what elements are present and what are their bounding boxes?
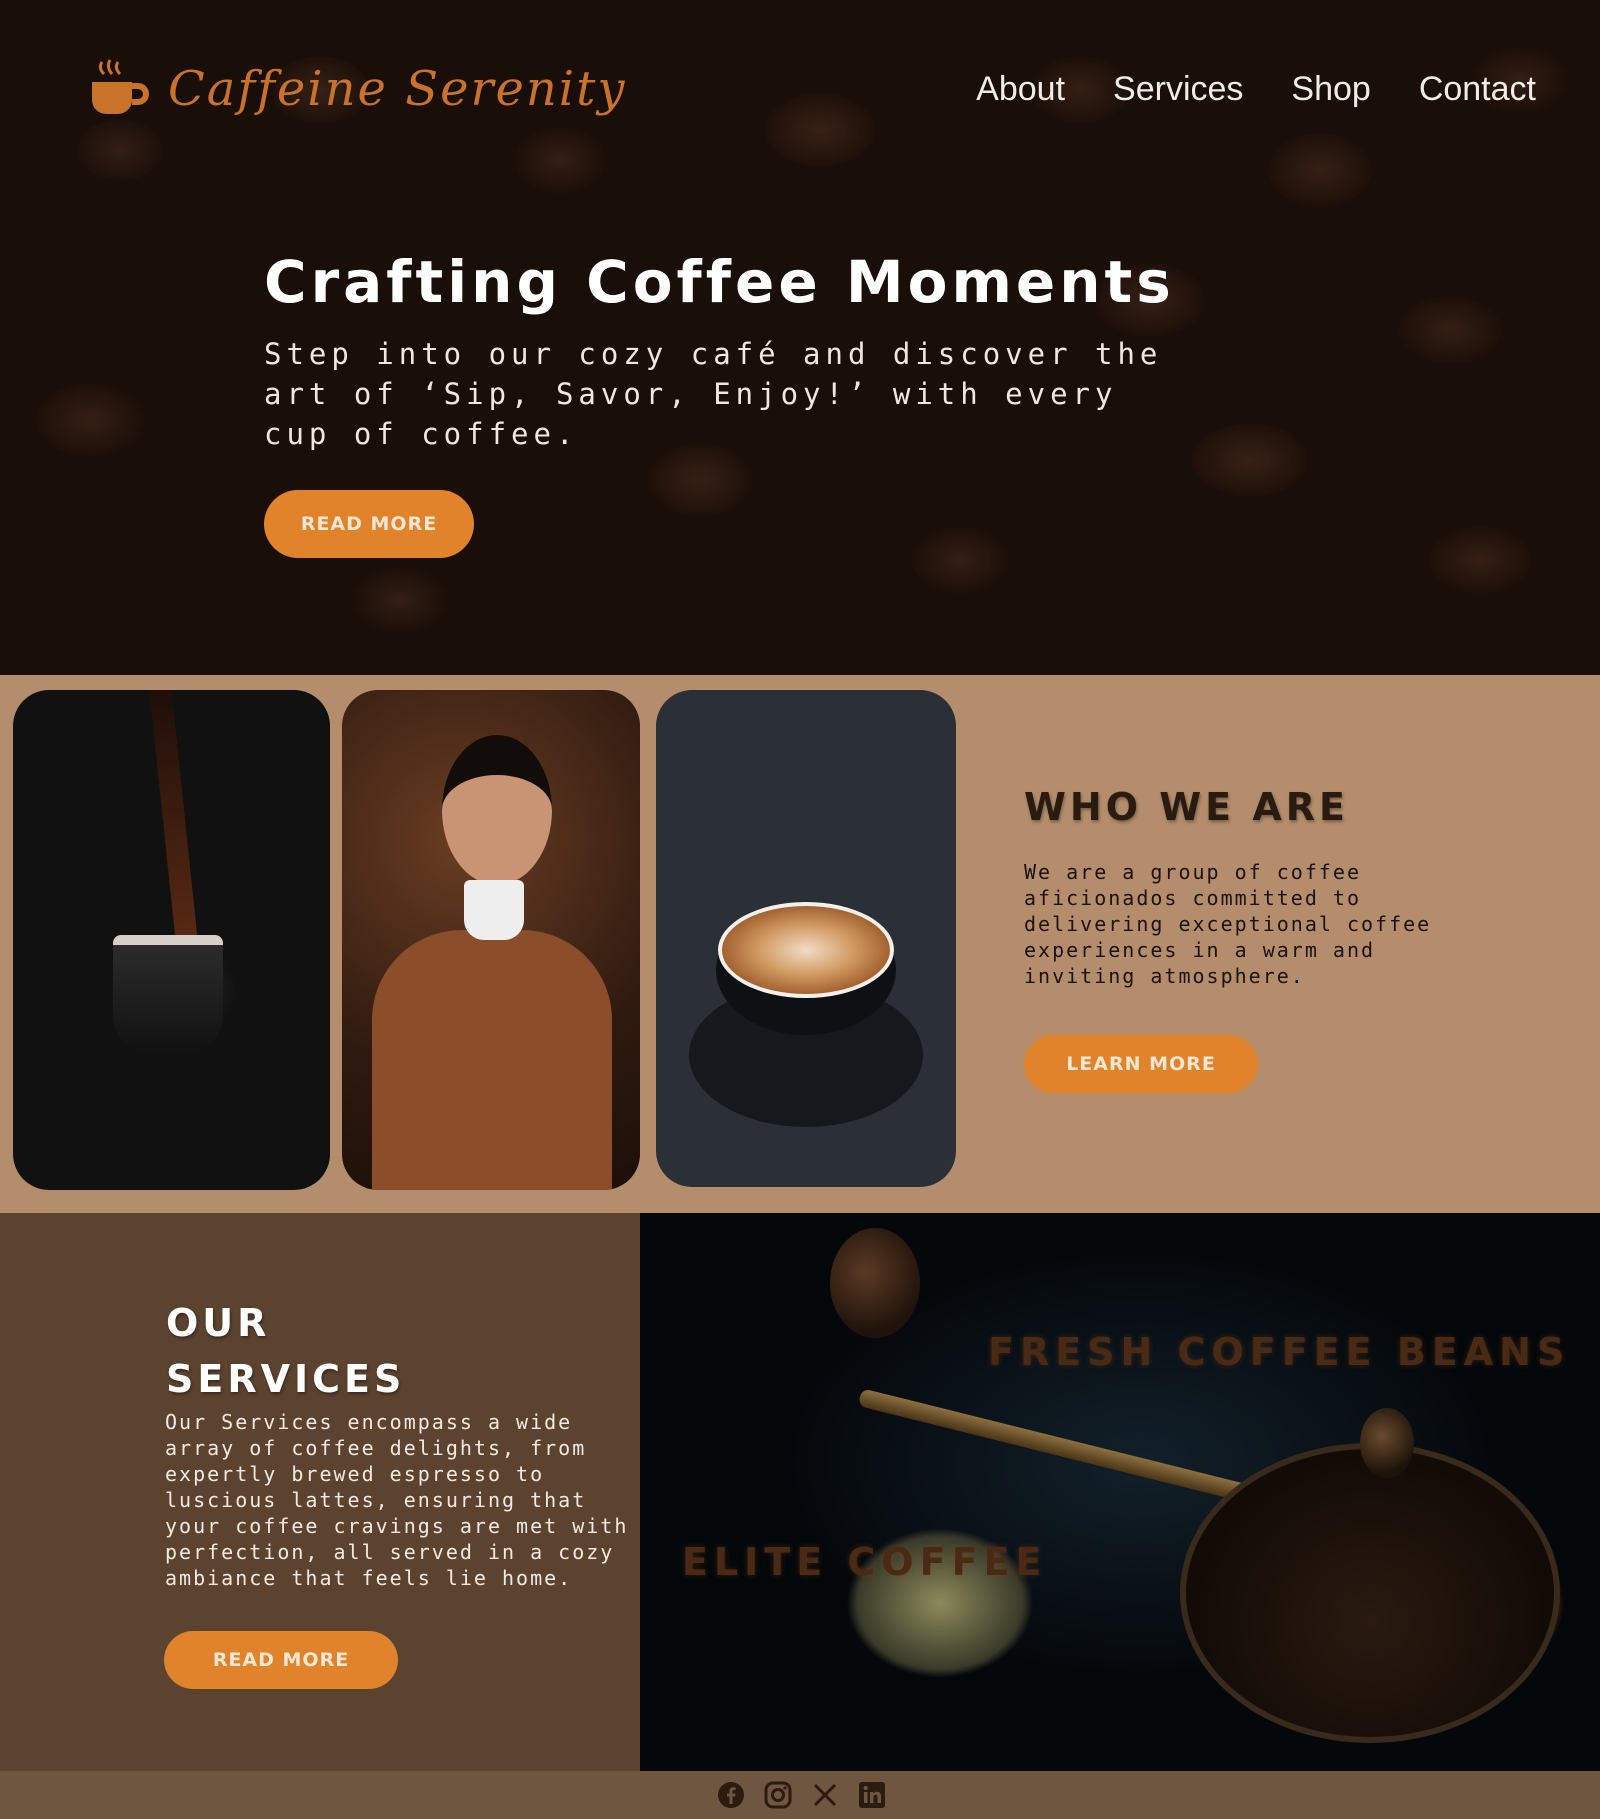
nav-contact[interactable]: Contact	[1419, 70, 1536, 109]
hero-content: Crafting Coffee Moments Step into our co…	[264, 248, 1224, 454]
instagram-icon[interactable]	[763, 1780, 793, 1810]
hero-title: Crafting Coffee Moments	[264, 248, 1175, 316]
photo-woman-drinking-coffee	[342, 690, 640, 1190]
linkedin-icon[interactable]	[857, 1780, 887, 1810]
hero-read-more-button[interactable]: READ MORE	[264, 490, 474, 558]
x-icon[interactable]	[810, 1780, 840, 1810]
photo-latte-art	[656, 690, 956, 1187]
who-title: WHO WE ARE	[1024, 785, 1349, 829]
services-body: Our Services encompass a wide array of c…	[165, 1410, 629, 1590]
main-nav: About Services Shop Contact	[976, 70, 1536, 109]
elite-coffee-label: ELITE COFFEE	[682, 1540, 1048, 1584]
hero-subtitle: Step into our cozy café and discover the…	[264, 337, 1163, 451]
services-title: OUR SERVICES	[166, 1301, 406, 1401]
services-section: OUR SERVICES Our Services encompass a wi…	[0, 1213, 640, 1771]
who-body: We are a group of coffee aficionados com…	[1024, 860, 1432, 988]
facebook-icon[interactable]	[716, 1780, 746, 1810]
site-footer	[0, 1771, 1600, 1819]
social-links	[716, 1780, 887, 1810]
who-we-are-section: WHO WE ARE We are a group of coffee afic…	[0, 675, 1600, 1213]
nav-about[interactable]: About	[976, 70, 1065, 109]
who-text: WHO WE ARE We are a group of coffee afic…	[1024, 785, 1464, 989]
nav-services[interactable]: Services	[1113, 70, 1243, 109]
coffee-grinder-image	[640, 1213, 1600, 1771]
nav-shop[interactable]: Shop	[1291, 70, 1370, 109]
photo-coffee-pour	[13, 690, 330, 1190]
services-read-more-button[interactable]: READ MORE	[164, 1631, 398, 1689]
learn-more-button[interactable]: LEARN MORE	[1024, 1035, 1258, 1093]
brand-logo[interactable]: Caffeine Serenity	[88, 58, 627, 120]
coffee-cup-icon	[92, 59, 149, 114]
brand-name: Caffeine Serenity	[168, 61, 627, 117]
site-header: Caffeine Serenity About Services Shop Co…	[0, 0, 1600, 180]
fresh-coffee-beans-label: FRESH COFFEE BEANS	[988, 1330, 1571, 1374]
